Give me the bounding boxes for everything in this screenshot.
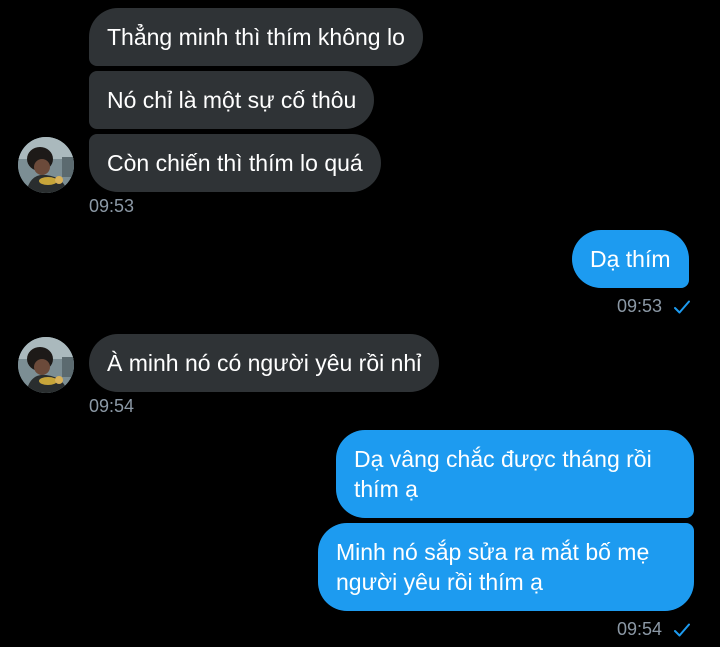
avatar-image — [18, 137, 74, 193]
message-timestamp: 09:53 — [617, 296, 663, 316]
message-text: Dạ thím — [590, 246, 671, 272]
contact-avatar[interactable] — [18, 337, 74, 393]
incoming-message[interactable]: Thẳng minh thì thím không lo — [89, 8, 423, 66]
message-timestamp: 09:53 — [89, 196, 135, 216]
message-timestamp: 09:54 — [89, 396, 135, 416]
message-text: Còn chiến thì thím lo quá — [107, 150, 363, 176]
incoming-message[interactable]: À minh nó có người yêu rồi nhỉ — [89, 334, 440, 392]
message-status: 09:53 — [617, 295, 691, 320]
incoming-message[interactable]: Còn chiến thì thím lo quá — [89, 134, 381, 192]
avatar-image — [18, 337, 74, 393]
incoming-message[interactable]: Nó chỉ là một sự cố thôu — [89, 71, 375, 129]
check-icon — [673, 621, 691, 643]
message-text: À minh nó có người yêu rồi nhỉ — [107, 350, 422, 376]
message-status: 09:54 — [617, 618, 691, 643]
outgoing-message[interactable]: Dạ thím — [572, 230, 689, 288]
chat-thread: Thẳng minh thì thím không lo Nó chỉ là m… — [0, 0, 720, 647]
message-text: Dạ vâng chắc được tháng rồi thím ạ — [354, 446, 652, 502]
outgoing-message[interactable]: Minh nó sắp sửa ra mắt bố mẹ người yêu r… — [318, 523, 694, 611]
contact-avatar[interactable] — [18, 137, 74, 193]
message-timestamp: 09:54 — [617, 619, 663, 639]
message-text: Nó chỉ là một sự cố thôu — [107, 87, 357, 113]
message-text: Minh nó sắp sửa ra mắt bố mẹ người yêu r… — [336, 539, 650, 595]
message-text: Thẳng minh thì thím không lo — [107, 24, 405, 50]
check-icon — [673, 298, 691, 320]
outgoing-message[interactable]: Dạ vâng chắc được tháng rồi thím ạ — [336, 430, 694, 518]
